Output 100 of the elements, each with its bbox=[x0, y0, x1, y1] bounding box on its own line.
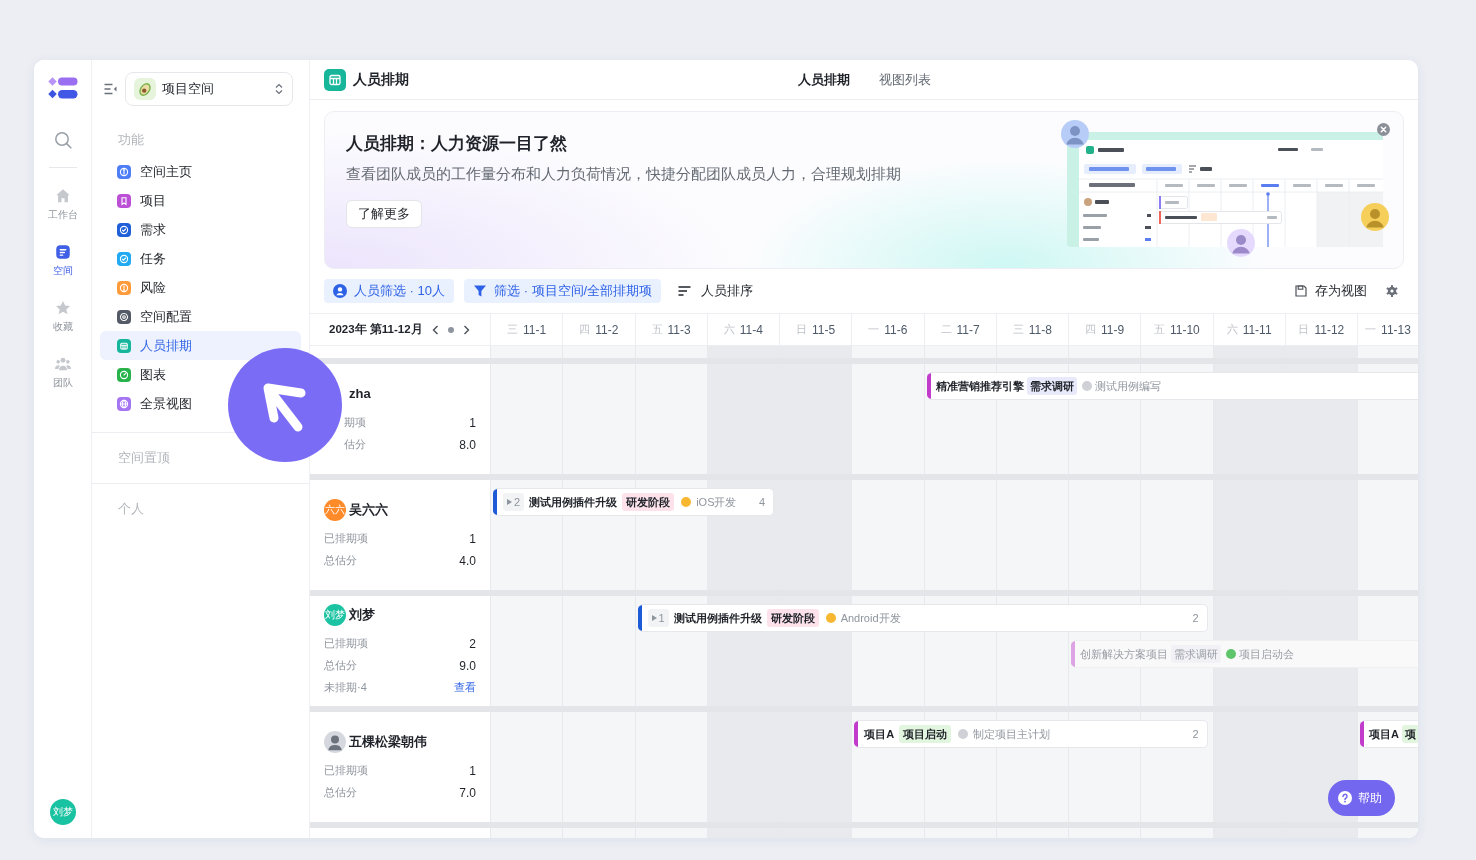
sort-icon bbox=[678, 285, 692, 297]
sidebar-item[interactable]: 人员排期 bbox=[100, 331, 301, 360]
sort-button[interactable]: 人员排序 bbox=[678, 279, 754, 303]
task-title: 测试用例插件升级 bbox=[673, 610, 762, 626]
stage-tag: 研发阶段 bbox=[766, 609, 819, 627]
view-link[interactable]: 查看 bbox=[454, 680, 476, 695]
member-avatar: 刘梦 bbox=[324, 603, 346, 626]
filter-chip[interactable]: 人员筛选 · 10人 bbox=[324, 279, 454, 303]
filter-icon bbox=[473, 284, 487, 298]
task-title: 项目A bbox=[1369, 726, 1399, 742]
task-bar[interactable]: 2 测试用例插件升级 研发阶段 iOS开发 4 bbox=[493, 488, 774, 516]
stat-value: 2 bbox=[469, 636, 476, 651]
today-dot-icon[interactable] bbox=[447, 326, 454, 333]
caret-icon bbox=[507, 499, 512, 505]
avatar-icon bbox=[1061, 120, 1089, 148]
weekday-label: 六 bbox=[1226, 322, 1238, 337]
settings-icon[interactable] bbox=[1386, 285, 1398, 297]
bookmark-icon bbox=[117, 193, 131, 208]
sidebar-item[interactable]: 风险 bbox=[100, 273, 301, 302]
count-label: 2 bbox=[1191, 612, 1199, 624]
task-title: 创新解决方案项目 bbox=[1080, 646, 1168, 662]
stat-value: 8.0 bbox=[459, 437, 476, 452]
date-label: 11-1 bbox=[523, 322, 547, 337]
rail-nav-item[interactable]: 空间 bbox=[34, 240, 91, 296]
stat-label: 总估分 bbox=[324, 785, 357, 800]
stage-tag: 项目启动 bbox=[899, 725, 952, 743]
warning-icon bbox=[117, 280, 131, 295]
stage-tag: 需求调研 bbox=[1026, 377, 1077, 395]
date-label: 11-4 bbox=[739, 322, 763, 337]
user-icon bbox=[333, 284, 347, 298]
task-bar[interactable]: 项目A 项 bbox=[1360, 720, 1418, 748]
task-bar[interactable]: 项目A 项目启动 制定项目主计划 2 bbox=[854, 720, 1208, 748]
sidebar-item[interactable]: 空间配置 bbox=[100, 302, 301, 331]
save-view-button[interactable]: 存为视图 bbox=[1295, 279, 1367, 303]
close-icon[interactable] bbox=[1377, 123, 1390, 136]
collapse-icon[interactable] bbox=[104, 83, 117, 95]
sidebar-item[interactable]: 任务 bbox=[100, 244, 301, 273]
sidebar-item[interactable]: 项目 bbox=[100, 186, 301, 215]
date-label: 11-12 bbox=[1314, 322, 1345, 337]
status-label: Android开发 bbox=[840, 610, 901, 626]
star-icon bbox=[53, 299, 72, 317]
date-label: 11-13 bbox=[1381, 322, 1411, 337]
mini-filter-pill bbox=[1084, 164, 1136, 174]
stat-label: 估分 bbox=[343, 437, 366, 452]
weekday-label: 日 bbox=[796, 322, 808, 337]
status-label: iOS开发 bbox=[696, 494, 737, 510]
check-circle-icon bbox=[117, 251, 131, 266]
chevron-left-icon[interactable] bbox=[431, 324, 439, 335]
weekday-label: 四 bbox=[1085, 322, 1097, 337]
status-label: 制定项目主计划 bbox=[973, 726, 1051, 742]
view-tab[interactable]: 人员排期 bbox=[797, 69, 850, 90]
banner-title: 人员排期：人力资源一目了然 bbox=[346, 133, 568, 154]
mini-sort-label bbox=[1188, 165, 1212, 173]
sidebar-item[interactable]: 需求 bbox=[100, 215, 301, 244]
member-name: zha bbox=[349, 386, 371, 401]
stat-value: 9.0 bbox=[459, 658, 476, 673]
filter-chip[interactable]: 筛选 · 项目空间/全部排期项 bbox=[464, 279, 662, 303]
section-title: 功能 bbox=[117, 131, 145, 149]
check-circle-icon bbox=[117, 222, 131, 237]
calendar-icon bbox=[117, 338, 131, 353]
stat-label: 期项 bbox=[343, 415, 366, 430]
weekday-label: 日 bbox=[1298, 322, 1310, 337]
help-button[interactable]: 帮助 bbox=[1328, 780, 1395, 816]
settings-icon bbox=[117, 309, 131, 324]
view-tab[interactable]: 视图列表 bbox=[878, 69, 931, 90]
stage-tag: 需求调研 bbox=[1171, 645, 1221, 663]
banner-description: 查看团队成员的工作量分布和人力负荷情况，快捷分配团队成员人力，合理规划排期 bbox=[346, 165, 902, 184]
avatar-icon bbox=[1361, 203, 1389, 231]
date-label: 11-10 bbox=[1169, 322, 1200, 337]
chevron-right-icon[interactable] bbox=[462, 324, 470, 335]
status-label: 测试用例编写 bbox=[1094, 378, 1161, 394]
date-label: 11-3 bbox=[667, 322, 691, 337]
task-bar[interactable]: 1 测试用例插件升级 研发阶段 Android开发 2 bbox=[637, 604, 1208, 632]
count-label: 2 bbox=[1191, 728, 1199, 740]
sidebar-item[interactable]: 空间主页 bbox=[100, 157, 301, 186]
workspace-selector[interactable]: 项目空间 bbox=[125, 72, 293, 106]
weekday-label: 六 bbox=[723, 322, 735, 337]
stat-value: 1 bbox=[469, 531, 476, 546]
mini-member-info bbox=[1083, 198, 1151, 241]
avatar-icon bbox=[324, 730, 346, 753]
weekday-label: 五 bbox=[651, 322, 663, 337]
mini-task-bar bbox=[1159, 196, 1188, 209]
weekday-label: 四 bbox=[579, 322, 591, 337]
date-label: 11-2 bbox=[595, 322, 619, 337]
period-label: 2023年 第11-12月 bbox=[329, 322, 423, 337]
status-label: 项目启动会 bbox=[1239, 646, 1294, 662]
help-icon bbox=[1338, 791, 1352, 805]
date-label: 11-8 bbox=[1028, 322, 1052, 337]
mini-filter-pill bbox=[1142, 164, 1182, 174]
task-bar[interactable]: 精准营销推荐引擎 需求调研 测试用例编写 bbox=[926, 372, 1418, 400]
learn-more-button[interactable]: 了解更多 bbox=[346, 200, 422, 228]
search-icon[interactable] bbox=[53, 131, 72, 149]
team-icon bbox=[53, 355, 72, 373]
updown-icon bbox=[275, 83, 283, 95]
count-label: 4 bbox=[757, 496, 765, 508]
avocado-icon bbox=[134, 78, 156, 100]
group-title: 个人 bbox=[118, 501, 144, 516]
avatar-icon bbox=[1227, 229, 1255, 257]
globe-icon bbox=[117, 396, 131, 411]
member-name: 刘梦 bbox=[349, 605, 375, 624]
